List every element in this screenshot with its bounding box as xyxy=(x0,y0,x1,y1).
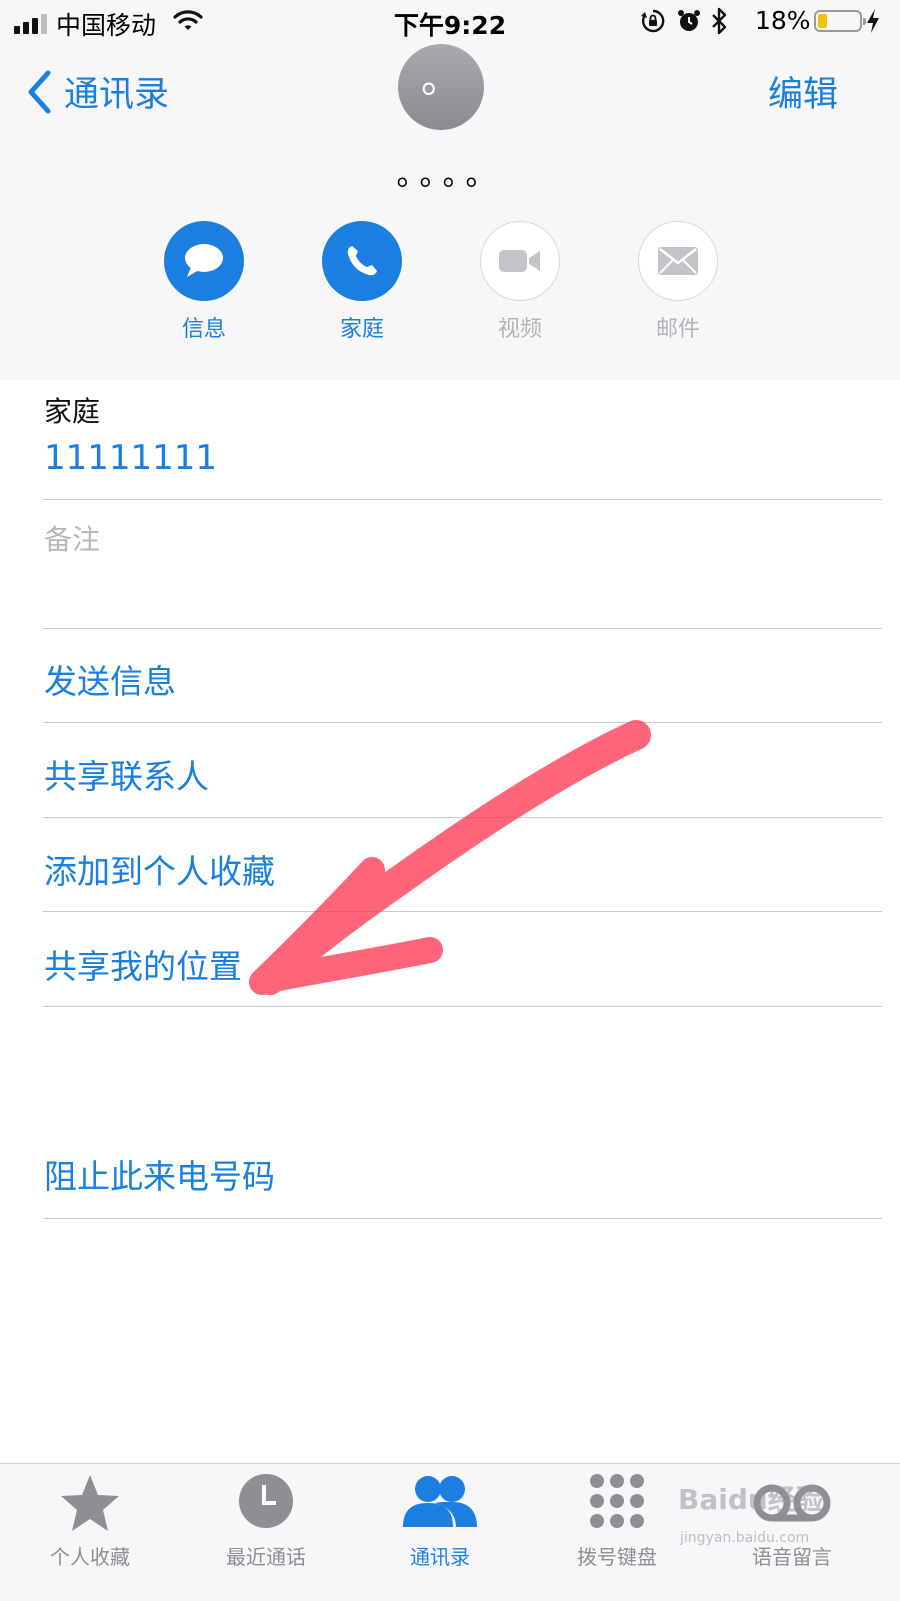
divider xyxy=(43,722,882,723)
bluetooth-icon xyxy=(710,7,728,41)
baidu-watermark: Baidu经验 xyxy=(678,1483,824,1516)
divider xyxy=(43,817,882,818)
mail-icon xyxy=(658,247,698,275)
avatar: 。 xyxy=(398,44,484,130)
chevron-left-icon xyxy=(28,70,51,114)
share-contact-link[interactable]: 共享联系人 xyxy=(44,750,209,798)
divider xyxy=(43,628,882,629)
mail-action-button[interactable]: 邮件 xyxy=(638,221,718,343)
message-icon xyxy=(185,244,223,277)
contact-name: 。。。。 xyxy=(396,158,504,193)
call-action-button[interactable]: 家庭 xyxy=(322,221,402,343)
send-message-link[interactable]: 发送信息 xyxy=(44,655,176,703)
video-action-label: 视频 xyxy=(497,317,542,342)
divider xyxy=(43,499,882,500)
add-to-favorites-link[interactable]: 添加到个人收藏 xyxy=(44,845,275,893)
star-icon xyxy=(61,1475,119,1531)
charging-bolt-icon xyxy=(866,8,880,40)
back-button-label: 通讯录 xyxy=(64,75,170,115)
keypad-icon xyxy=(590,1474,644,1528)
contacts-icon xyxy=(403,1476,477,1527)
tab-favorites-label: 个人收藏 xyxy=(50,1545,130,1569)
baidu-watermark-url: jingyan.baidu.com xyxy=(680,1530,810,1546)
video-action-button[interactable]: 视频 xyxy=(480,221,560,343)
battery-icon xyxy=(814,10,866,32)
phone-number[interactable]: 11111111 xyxy=(44,438,217,478)
edit-button[interactable]: 编辑 xyxy=(768,66,838,117)
message-action-button[interactable]: 信息 xyxy=(164,221,244,343)
phone-icon xyxy=(347,246,377,276)
tab-favorites[interactable]: 个人收藏 xyxy=(0,1473,180,1570)
tab-recents-label: 最近通话 xyxy=(226,1545,306,1569)
video-icon xyxy=(499,250,540,272)
mail-action-label: 邮件 xyxy=(655,317,700,342)
tab-contacts-label: 通讯录 xyxy=(410,1545,470,1569)
block-caller-link[interactable]: 阻止此来电号码 xyxy=(44,1150,275,1198)
orientation-lock-icon xyxy=(640,8,666,40)
tab-recents[interactable]: 最近通话 xyxy=(176,1473,356,1570)
notes-field[interactable]: 备注 xyxy=(44,518,100,558)
tab-contacts[interactable]: 通讯录 xyxy=(350,1473,530,1570)
divider xyxy=(43,1006,882,1007)
divider xyxy=(43,1218,882,1219)
phone-field-label: 家庭 xyxy=(44,395,101,428)
share-my-location-link[interactable]: 共享我的位置 xyxy=(44,940,242,988)
divider xyxy=(43,911,882,912)
call-action-label: 家庭 xyxy=(339,317,384,342)
clock-icon xyxy=(239,1474,293,1528)
message-action-label: 信息 xyxy=(181,317,226,342)
status-bar: 中国移动 下午9:22 18% xyxy=(0,0,900,44)
battery-percent: 18% xyxy=(755,6,811,35)
alarm-icon xyxy=(676,8,702,40)
